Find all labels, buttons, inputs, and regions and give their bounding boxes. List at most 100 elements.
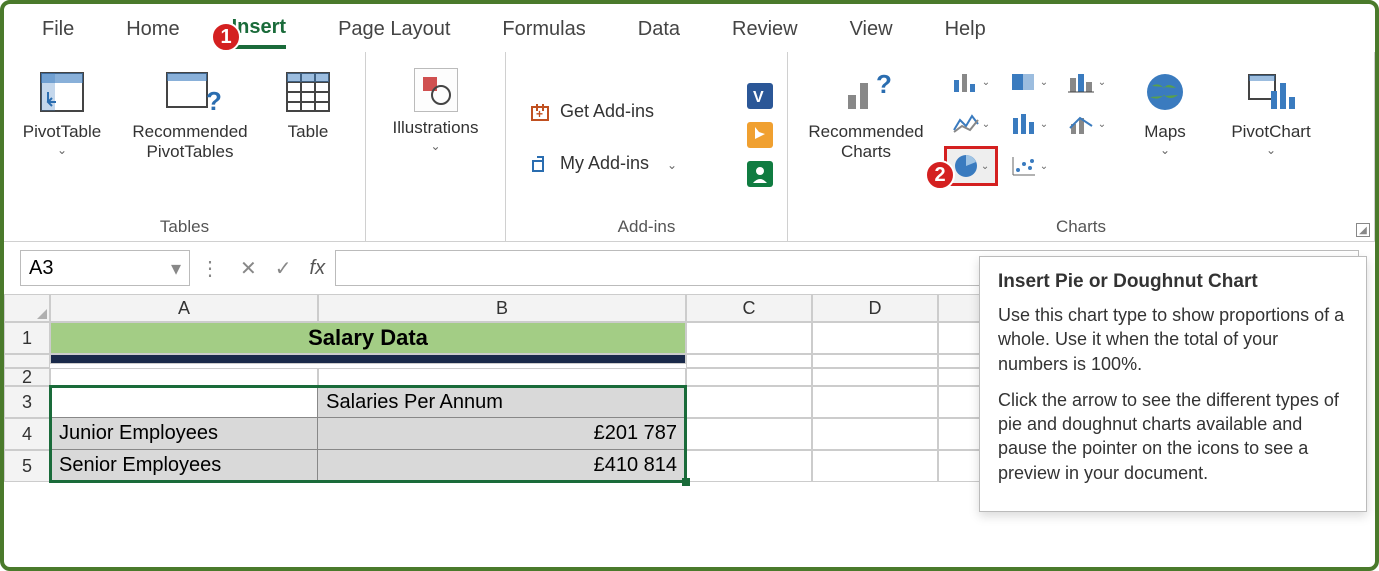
recommended-pivottables-label: Recommended PivotTables bbox=[120, 122, 260, 161]
cell[interactable] bbox=[686, 322, 812, 354]
column-header-a[interactable]: A bbox=[50, 294, 318, 322]
cell[interactable] bbox=[50, 368, 318, 386]
cancel-icon[interactable]: ✕ bbox=[240, 256, 257, 281]
column-header-d[interactable]: D bbox=[812, 294, 938, 322]
illustrations-label: Illustrations bbox=[393, 118, 479, 138]
cell[interactable] bbox=[812, 322, 938, 354]
maps-button[interactable]: Maps ⌄ bbox=[1122, 62, 1208, 157]
svg-text:V: V bbox=[753, 89, 764, 106]
table-icon bbox=[284, 68, 332, 116]
pivottable-label: PivotTable bbox=[23, 122, 101, 142]
group-addins-label: Add-ins bbox=[514, 213, 779, 237]
group-charts-label: Charts bbox=[796, 213, 1366, 237]
row-header-1[interactable]: 1 bbox=[4, 322, 50, 354]
svg-text:?: ? bbox=[206, 86, 222, 116]
tab-view[interactable]: View bbox=[850, 18, 893, 47]
cell[interactable] bbox=[686, 386, 812, 418]
callout-1: 1 bbox=[211, 22, 241, 52]
chevron-down-icon: ⌄ bbox=[57, 144, 67, 158]
more-icon[interactable]: ⋮ bbox=[200, 256, 222, 281]
chevron-down-icon: ⌄ bbox=[1266, 144, 1276, 158]
row-header-4[interactable]: 4 bbox=[4, 418, 50, 450]
chevron-down-icon: ⌄ bbox=[1160, 144, 1170, 158]
line-chart-button[interactable]: ⌄ bbox=[944, 104, 998, 144]
selection-handle[interactable] bbox=[682, 478, 690, 486]
cell[interactable] bbox=[812, 368, 938, 386]
row-header-2[interactable]: 2 bbox=[4, 368, 50, 386]
tooltip-text-1: Use this chart type to show proportions … bbox=[998, 303, 1348, 376]
ribbon: PivotTable ⌄ ? Recommended PivotTables T… bbox=[4, 52, 1375, 242]
selection-range: Salaries Per Annum Junior Employees £201… bbox=[50, 386, 686, 482]
pivottable-icon bbox=[38, 68, 86, 116]
recommended-pivottables-button[interactable]: ? Recommended PivotTables bbox=[120, 62, 260, 161]
column-header-b[interactable]: B bbox=[318, 294, 686, 322]
cell-b3[interactable]: Salaries Per Annum bbox=[318, 387, 685, 417]
group-tables-label: Tables bbox=[12, 213, 357, 237]
recommended-charts-label: Recommended Charts bbox=[796, 122, 936, 161]
bing-addin-icon[interactable] bbox=[747, 122, 773, 153]
pivotchart-label: PivotChart bbox=[1231, 122, 1310, 142]
callout-2: 2 bbox=[925, 160, 955, 190]
cell-a4[interactable]: Junior Employees bbox=[51, 418, 318, 449]
cell-title[interactable]: Salary Data bbox=[50, 322, 686, 354]
tab-help[interactable]: Help bbox=[945, 18, 986, 47]
enter-icon[interactable]: ✓ bbox=[275, 256, 292, 281]
cell-b4[interactable]: £201 787 bbox=[318, 418, 685, 449]
tab-review[interactable]: Review bbox=[732, 18, 798, 47]
recommended-charts-icon: ? bbox=[842, 68, 890, 116]
svg-text:+: + bbox=[536, 107, 543, 121]
shapes-icon bbox=[414, 68, 458, 112]
ribbon-tabs: File Home Insert Page Layout Formulas Da… bbox=[4, 4, 1375, 52]
tab-page-layout[interactable]: Page Layout bbox=[338, 18, 450, 47]
cell[interactable] bbox=[812, 450, 938, 482]
chevron-down-icon: ⌄ bbox=[430, 140, 440, 154]
scatter-chart-button[interactable]: ⌄ bbox=[1002, 146, 1056, 186]
statistic-chart-button[interactable]: ⌄ bbox=[1002, 104, 1056, 144]
people-addin-icon[interactable] bbox=[747, 161, 773, 192]
tab-formulas[interactable]: Formulas bbox=[502, 18, 585, 47]
table-label: Table bbox=[288, 122, 329, 142]
select-all-corner[interactable] bbox=[4, 294, 50, 322]
my-addins-button[interactable]: My Add-ins ⌄ bbox=[522, 148, 747, 180]
column-header-c[interactable]: C bbox=[686, 294, 812, 322]
separator-band bbox=[50, 354, 686, 364]
cell-a3[interactable] bbox=[51, 387, 318, 417]
tab-file[interactable]: File bbox=[42, 18, 74, 47]
my-addins-label: My Add-ins bbox=[560, 153, 649, 174]
combo-chart-button[interactable]: ⌄ bbox=[1060, 104, 1114, 144]
column-chart-button[interactable]: ⌄ bbox=[944, 62, 998, 102]
cell[interactable] bbox=[812, 386, 938, 418]
cell[interactable] bbox=[686, 450, 812, 482]
maps-label: Maps bbox=[1144, 122, 1186, 142]
store-icon: + bbox=[528, 100, 552, 124]
cell[interactable] bbox=[686, 418, 812, 450]
cell[interactable] bbox=[318, 368, 686, 386]
get-addins-button[interactable]: + Get Add-ins bbox=[522, 96, 747, 128]
group-illustrations: Illustrations ⌄ bbox=[366, 52, 506, 241]
cell-a5[interactable]: Senior Employees bbox=[51, 450, 318, 481]
cell[interactable] bbox=[812, 418, 938, 450]
visio-addin-icon[interactable]: V bbox=[747, 83, 773, 114]
fx-icon[interactable]: fx bbox=[310, 257, 326, 280]
cell-b5[interactable]: £410 814 bbox=[318, 450, 685, 481]
tab-home[interactable]: Home bbox=[126, 18, 179, 47]
tab-data[interactable]: Data bbox=[638, 18, 680, 47]
recommended-charts-button[interactable]: ? Recommended Charts bbox=[796, 62, 936, 161]
cell[interactable] bbox=[686, 354, 812, 368]
hierarchy-chart-button[interactable]: ⌄ bbox=[1060, 62, 1114, 102]
addin-icon bbox=[528, 152, 552, 176]
illustrations-button[interactable]: Illustrations ⌄ bbox=[386, 62, 486, 153]
pivottable-button[interactable]: PivotTable ⌄ bbox=[12, 62, 112, 157]
pivotchart-icon bbox=[1247, 68, 1295, 116]
pivotchart-button[interactable]: PivotChart ⌄ bbox=[1216, 62, 1326, 157]
name-box[interactable]: A3 ▾ bbox=[20, 250, 190, 286]
chevron-down-icon[interactable]: ▾ bbox=[171, 256, 181, 281]
row-header-5[interactable]: 5 bbox=[4, 450, 50, 482]
charts-dialog-launcher[interactable]: ◢ bbox=[1356, 223, 1370, 237]
row-header-3[interactable]: 3 bbox=[4, 386, 50, 418]
map-chart-button[interactable]: ⌄ bbox=[1002, 62, 1056, 102]
tooltip-text-2: Click the arrow to see the different typ… bbox=[998, 388, 1348, 485]
cell[interactable] bbox=[812, 354, 938, 368]
table-button[interactable]: Table bbox=[268, 62, 348, 142]
cell[interactable] bbox=[686, 368, 812, 386]
